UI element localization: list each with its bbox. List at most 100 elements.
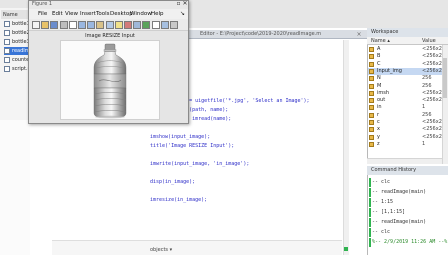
workspace-col-name[interactable]: Name ▴ <box>371 37 390 45</box>
history-marker <box>369 228 371 237</box>
code-line[interactable]: title('Image RESIZE Input'); <box>150 142 234 150</box>
variable-name: out <box>377 97 386 104</box>
rotate-icon[interactable] <box>105 21 114 29</box>
menu-insert[interactable]: Insert <box>80 10 96 18</box>
workspace-row[interactable]: imsh <256x256 logical> <box>368 90 444 97</box>
workspace-row[interactable]: x <256x256 double> <box>368 126 444 133</box>
show-plot-tools-icon[interactable] <box>170 21 178 29</box>
code-line[interactable]: disp(in_image); <box>150 178 195 186</box>
hide-plot-tools-icon[interactable] <box>160 21 169 29</box>
variable-name: A <box>377 46 381 52</box>
brush-icon[interactable] <box>124 21 132 29</box>
variable-value: <256x256 double> <box>422 126 444 133</box>
new-figure-icon[interactable] <box>32 21 40 29</box>
workspace-row[interactable]: r 256 <box>368 112 444 119</box>
zoom-in-icon[interactable] <box>78 21 86 29</box>
variable-value: 1 <box>422 140 426 147</box>
pointer-icon[interactable] <box>68 21 77 29</box>
history-entry[interactable]: -- [1,1:15] <box>372 208 405 217</box>
figure-caption: Figure 1 <box>32 1 53 7</box>
variable-icon <box>369 98 374 104</box>
variable-value: <256x256 uint8> <box>422 46 444 52</box>
code-line[interactable]: imresize(in_image); <box>150 196 207 204</box>
figure-titlebar[interactable] <box>29 1 188 9</box>
menu-window[interactable]: Window <box>130 10 152 18</box>
data-cursor-icon[interactable] <box>114 21 123 29</box>
variable-icon <box>369 61 374 67</box>
menu-view[interactable]: View <box>65 10 78 18</box>
menu-edit[interactable]: Edit <box>52 10 63 18</box>
workspace-hscrollbar[interactable] <box>367 158 442 164</box>
workspace-row[interactable]: z1 <box>368 141 444 148</box>
variable-icon <box>369 134 374 140</box>
editor-status-bar <box>52 240 342 255</box>
variable-name: y <box>377 133 380 140</box>
legend-icon[interactable] <box>151 21 160 29</box>
pan-icon[interactable] <box>96 21 105 29</box>
code-line[interactable]: imwrite(input_image, 'in_image'); <box>150 160 249 168</box>
workspace-row[interactable]: in 1 <box>368 104 444 111</box>
variable-name: M <box>377 82 382 89</box>
function-dropdown[interactable]: objects ▾ <box>150 246 172 254</box>
history-entry[interactable]: -- 1:15 <box>372 198 393 207</box>
workspace-row[interactable]: y <256x256 uint8> <box>368 134 444 141</box>
code-line[interactable]: imshow(input_image); <box>150 133 210 141</box>
variable-icon <box>369 76 374 82</box>
current-folder-name-header[interactable]: Name <box>3 11 18 19</box>
colorbar-icon[interactable] <box>142 21 151 29</box>
history-entry[interactable]: -- clc <box>372 178 390 187</box>
workspace-row[interactable]: out <256x256 uint8> <box>368 97 444 104</box>
variable-value: <256x256 uint8> <box>422 119 444 125</box>
variable-name: C <box>377 60 381 67</box>
variable-icon <box>369 112 374 118</box>
workspace-col-value[interactable]: Value <box>422 37 436 45</box>
code-analyzer-ok-icon <box>344 247 348 251</box>
variable-name: c <box>377 119 380 125</box>
file-icon <box>4 48 10 54</box>
link-icon[interactable] <box>133 21 142 29</box>
menu-tools[interactable]: Tools <box>96 10 110 18</box>
variable-icon <box>369 90 374 96</box>
save-icon[interactable] <box>50 21 59 29</box>
workspace-row[interactable]: M 256 <box>368 83 444 90</box>
history-entry[interactable]: -- readImage(main) <box>372 218 426 227</box>
figure-window-controls[interactable]: ▫ ✕ <box>176 0 188 8</box>
history-marker <box>369 238 371 247</box>
editor-close-icon[interactable]: × <box>354 30 364 39</box>
history-entry[interactable]: -- readImage(main) <box>372 188 426 197</box>
editor-scrollbar[interactable] <box>343 40 349 255</box>
file-icon <box>4 21 10 27</box>
variable-icon <box>369 54 374 60</box>
variable-value: <256x256 uint8> <box>422 67 444 74</box>
history-marker <box>369 218 371 227</box>
variable-name: x <box>377 126 380 133</box>
workspace-row[interactable]: B <256x256 uint8> <box>368 53 444 60</box>
variable-icon <box>369 68 374 74</box>
workspace-row[interactable]: Input_img <256x256 uint8> <box>368 67 444 76</box>
history-marker <box>369 208 371 217</box>
file-icon <box>4 57 10 63</box>
workspace-scroll-thumb[interactable] <box>443 58 447 98</box>
zoom-out-icon[interactable] <box>87 21 96 29</box>
history-entry[interactable]: %-- 2/9/2019 11:26 AM --% <box>372 238 447 247</box>
print-icon[interactable] <box>59 21 68 29</box>
file-icon <box>4 66 10 72</box>
menu-help[interactable]: Help <box>151 10 164 18</box>
history-entry[interactable]: -- clc <box>372 228 390 237</box>
variable-icon <box>369 105 374 111</box>
variable-name: imsh <box>377 89 390 96</box>
workspace-row[interactable]: A <256x256 uint8> <box>368 46 444 53</box>
history-marker <box>369 178 371 187</box>
variable-value: <256x256 logical> <box>422 89 444 96</box>
open-icon[interactable] <box>41 21 50 29</box>
workspace-row[interactable]: N 256 <box>368 75 444 82</box>
workspace-row[interactable]: C <256x256 uint8> <box>368 61 444 68</box>
water-bottle-image <box>93 43 127 119</box>
variable-name: r <box>377 111 380 118</box>
menu-file[interactable]: File <box>38 10 47 18</box>
variable-icon <box>369 127 374 133</box>
axes-image[interactable] <box>60 40 160 120</box>
file-icon <box>4 30 10 36</box>
dock-arrow-icon[interactable]: ↘ <box>180 10 185 18</box>
workspace-row[interactable]: c <256x256 uint8> <box>368 119 444 126</box>
